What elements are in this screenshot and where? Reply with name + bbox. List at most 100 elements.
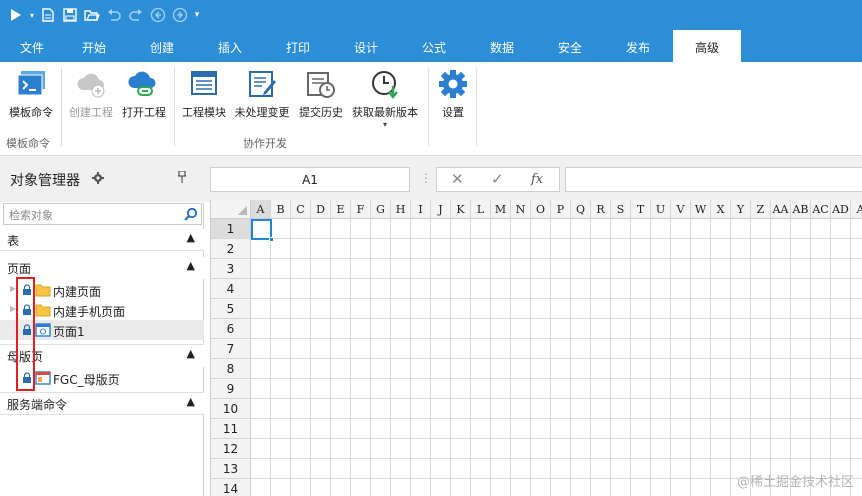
new-file-icon[interactable]: [38, 4, 58, 26]
get-latest-version-button[interactable]: 获取最新版本 ▾: [349, 68, 421, 129]
select-all-corner[interactable]: [211, 200, 251, 219]
chevron-up-icon[interactable]: ▲: [187, 231, 195, 244]
spreadsheet-grid[interactable]: ABCDEFGHIJKLMNOPQRSTUVWXYZAAABACADA 1234…: [210, 200, 862, 496]
row-header[interactable]: 14: [211, 479, 251, 496]
customize-dropdown-icon[interactable]: ▾: [192, 4, 202, 26]
settings-button[interactable]: 设置: [434, 68, 472, 128]
forward-circle-icon[interactable]: [170, 4, 190, 26]
open-project-button[interactable]: 打开工程: [118, 68, 170, 128]
tab-security[interactable]: 安全: [548, 30, 592, 62]
row-header[interactable]: 11: [211, 419, 251, 439]
column-header[interactable]: O: [531, 200, 551, 219]
section-pages[interactable]: 页面 ▲: [0, 257, 204, 279]
object-search-input[interactable]: 检索对象: [3, 203, 202, 225]
column-header[interactable]: X: [711, 200, 731, 219]
column-header[interactable]: AB: [791, 200, 811, 219]
chevron-up-icon[interactable]: ▲: [187, 259, 195, 272]
ribbon-separator: [61, 68, 62, 146]
tab-home[interactable]: 开始: [72, 30, 116, 62]
row-header[interactable]: 12: [211, 439, 251, 459]
chevron-up-icon[interactable]: ▲: [187, 395, 195, 408]
template-command-button[interactable]: 模板命令: [4, 68, 58, 128]
column-header[interactable]: G: [371, 200, 391, 219]
insert-function-icon[interactable]: fx: [531, 172, 543, 187]
row-header[interactable]: 10: [211, 399, 251, 419]
drag-handle-icon[interactable]: ⋮: [420, 171, 432, 185]
ribbon: 模板命令 创建工程 打开工程 工程模块 未处理变更 提交历史 获取最新版本 ▾ …: [0, 62, 862, 156]
confirm-icon[interactable]: ✓: [491, 170, 504, 188]
column-header[interactable]: W: [691, 200, 711, 219]
chevron-down-icon[interactable]: ▾: [349, 120, 421, 129]
column-header[interactable]: Y: [731, 200, 751, 219]
column-header[interactable]: A: [251, 200, 271, 219]
column-header[interactable]: V: [671, 200, 691, 219]
commit-history-button[interactable]: 提交历史: [295, 68, 347, 128]
column-header[interactable]: H: [391, 200, 411, 219]
row-header[interactable]: 13: [211, 459, 251, 479]
section-server-commands[interactable]: 服务端命令 ▲: [0, 392, 204, 415]
row-header[interactable]: 4: [211, 279, 251, 299]
tab-data[interactable]: 数据: [480, 30, 524, 62]
column-header[interactable]: AC: [811, 200, 831, 219]
column-header[interactable]: P: [551, 200, 571, 219]
cancel-icon[interactable]: ✕: [451, 170, 464, 188]
column-header[interactable]: B: [271, 200, 291, 219]
project-module-button[interactable]: 工程模块: [178, 68, 230, 128]
create-project-button[interactable]: 创建工程: [65, 68, 117, 128]
column-header[interactable]: D: [311, 200, 331, 219]
row-header[interactable]: 1: [211, 219, 251, 239]
column-header[interactable]: Q: [571, 200, 591, 219]
column-header[interactable]: T: [631, 200, 651, 219]
tab-advanced[interactable]: 高级: [673, 30, 741, 62]
formula-input[interactable]: [565, 167, 862, 192]
column-header[interactable]: K: [451, 200, 471, 219]
tab-insert[interactable]: 插入: [208, 30, 252, 62]
cell-area[interactable]: [251, 219, 862, 496]
undo-icon[interactable]: [104, 4, 124, 26]
column-header[interactable]: I: [411, 200, 431, 219]
fill-handle[interactable]: [269, 237, 274, 242]
play-icon[interactable]: [6, 4, 26, 26]
tab-create[interactable]: 创建: [140, 30, 184, 62]
search-icon[interactable]: [184, 207, 198, 221]
column-header[interactable]: L: [471, 200, 491, 219]
column-header[interactable]: J: [431, 200, 451, 219]
row-header[interactable]: 8: [211, 359, 251, 379]
column-header[interactable]: N: [511, 200, 531, 219]
row-header[interactable]: 6: [211, 319, 251, 339]
open-folder-icon[interactable]: [82, 4, 102, 26]
column-header[interactable]: M: [491, 200, 511, 219]
tab-publish[interactable]: 发布: [616, 30, 660, 62]
column-header[interactable]: E: [331, 200, 351, 219]
gear-icon[interactable]: [92, 172, 104, 184]
column-header[interactable]: Z: [751, 200, 771, 219]
column-header[interactable]: C: [291, 200, 311, 219]
column-header[interactable]: AD: [831, 200, 851, 219]
column-header[interactable]: A: [851, 200, 862, 219]
tab-print[interactable]: 打印: [276, 30, 320, 62]
cell-name-box[interactable]: A1: [210, 167, 410, 192]
column-header[interactable]: S: [611, 200, 631, 219]
row-header[interactable]: 5: [211, 299, 251, 319]
column-header[interactable]: U: [651, 200, 671, 219]
tab-design[interactable]: 设计: [344, 30, 388, 62]
tab-formula[interactable]: 公式: [412, 30, 456, 62]
column-header[interactable]: F: [351, 200, 371, 219]
pending-changes-button[interactable]: 未处理变更: [231, 68, 293, 128]
master-page-icon: [35, 371, 51, 385]
pin-icon[interactable]: [178, 171, 186, 183]
dropdown-small-icon[interactable]: ▾: [28, 4, 36, 26]
column-header[interactable]: AA: [771, 200, 791, 219]
redo-icon[interactable]: [126, 4, 146, 26]
tab-file[interactable]: 文件: [10, 30, 54, 62]
row-header[interactable]: 3: [211, 259, 251, 279]
row-header[interactable]: 2: [211, 239, 251, 259]
formula-buttons: ✕ ✓ fx: [436, 167, 560, 192]
column-header[interactable]: R: [591, 200, 611, 219]
save-icon[interactable]: [60, 4, 80, 26]
row-header[interactable]: 9: [211, 379, 251, 399]
row-header[interactable]: 7: [211, 339, 251, 359]
chevron-up-icon[interactable]: ▲: [187, 347, 195, 360]
back-circle-icon[interactable]: [148, 4, 168, 26]
section-tables[interactable]: 表 ▲: [0, 229, 204, 251]
